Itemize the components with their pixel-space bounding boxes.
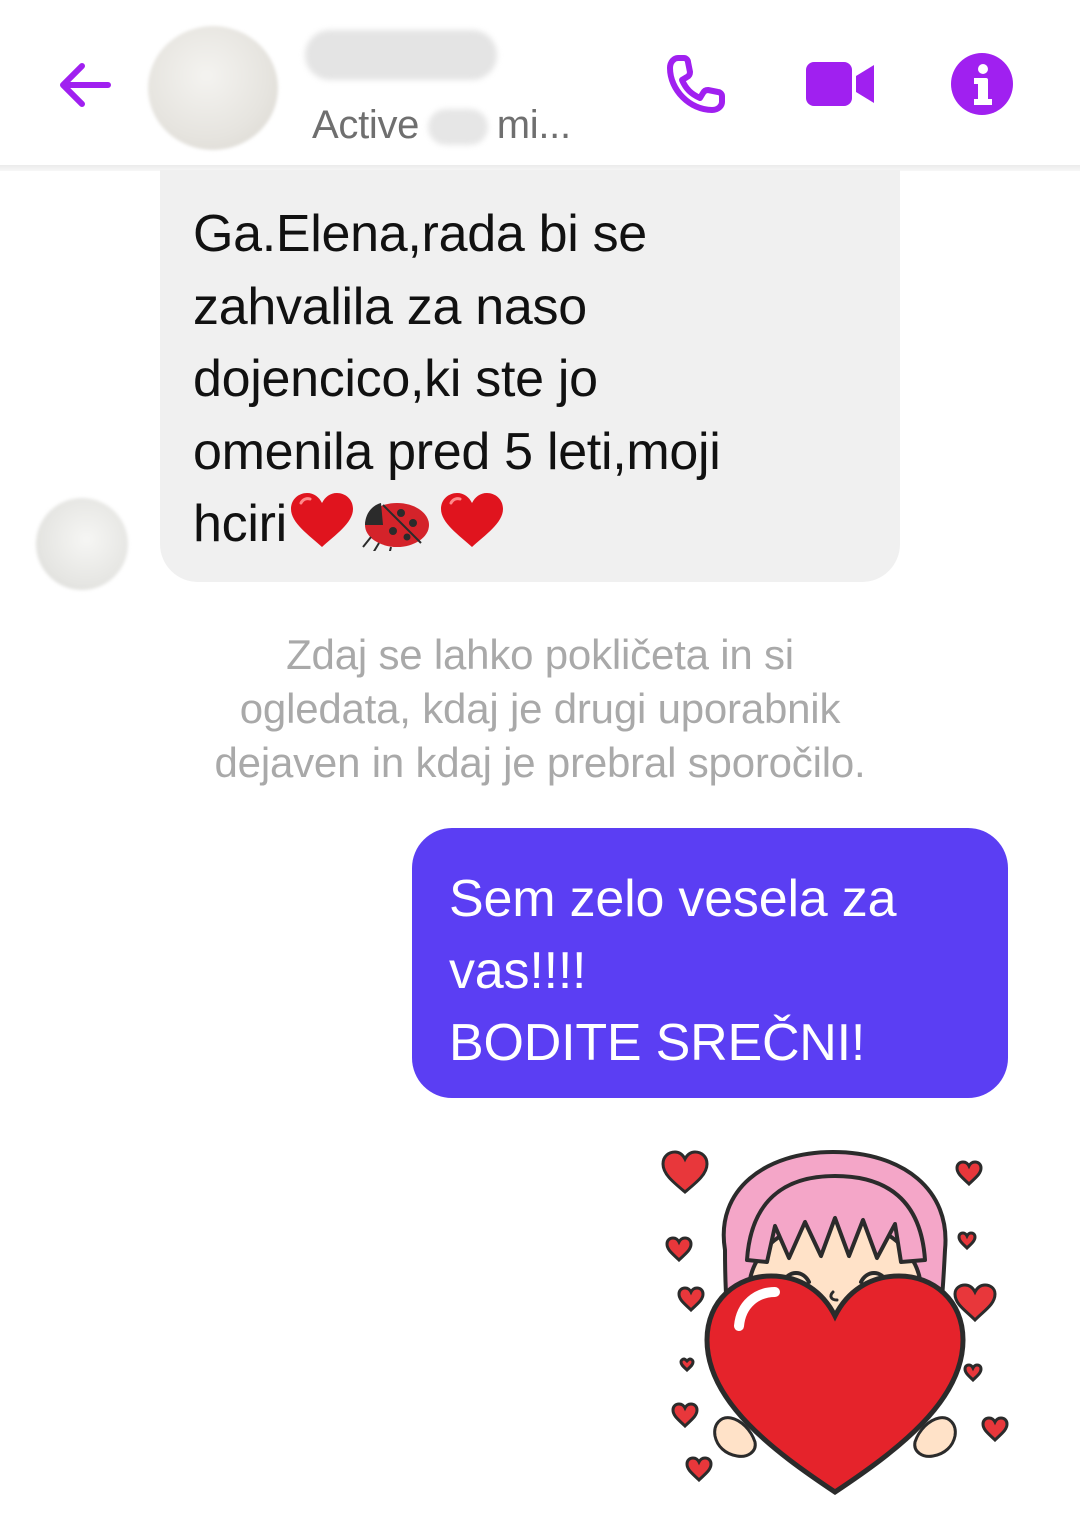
system-notice: Zdaj se lahko pokličeta in si ogledata, … <box>214 631 866 786</box>
chat-header: Active mi... <box>0 0 1080 165</box>
status-redacted <box>427 109 488 146</box>
info-icon[interactable] <box>946 48 1018 120</box>
incoming-message-bubble[interactable]: Ga.Elena,rada bi se zahvalila za naso do… <box>160 170 900 582</box>
phone-icon[interactable] <box>660 48 732 120</box>
outgoing-message-text: Sem zelo vesela za vas!!!! BODITE SREČNI… <box>449 870 897 1072</box>
messenger-chat-screen: Active mi... Ga.Elena,rada bi se zahvali… <box>0 0 1080 1515</box>
girl-holding-heart-sticker[interactable] <box>655 1140 1015 1515</box>
red-heart-emoji-icon <box>440 493 503 548</box>
contact-name-redacted[interactable] <box>305 30 497 80</box>
video-camera-icon[interactable] <box>804 48 876 120</box>
status-prefix: Active <box>312 103 430 147</box>
back-arrow-icon[interactable] <box>50 50 120 120</box>
sender-avatar[interactable] <box>36 498 128 590</box>
status-suffix: mi... <box>485 103 571 147</box>
ladybug-emoji-icon <box>362 503 429 552</box>
outgoing-message-bubble[interactable]: Sem zelo vesela za vas!!!! BODITE SREČNI… <box>412 828 1008 1098</box>
active-status: Active mi... <box>312 103 571 148</box>
emoji-group <box>290 493 503 552</box>
incoming-message-text: Ga.Elena,rada bi se zahvalila za naso do… <box>193 198 883 561</box>
red-heart-emoji-icon <box>290 493 353 548</box>
contact-avatar[interactable] <box>148 26 278 150</box>
